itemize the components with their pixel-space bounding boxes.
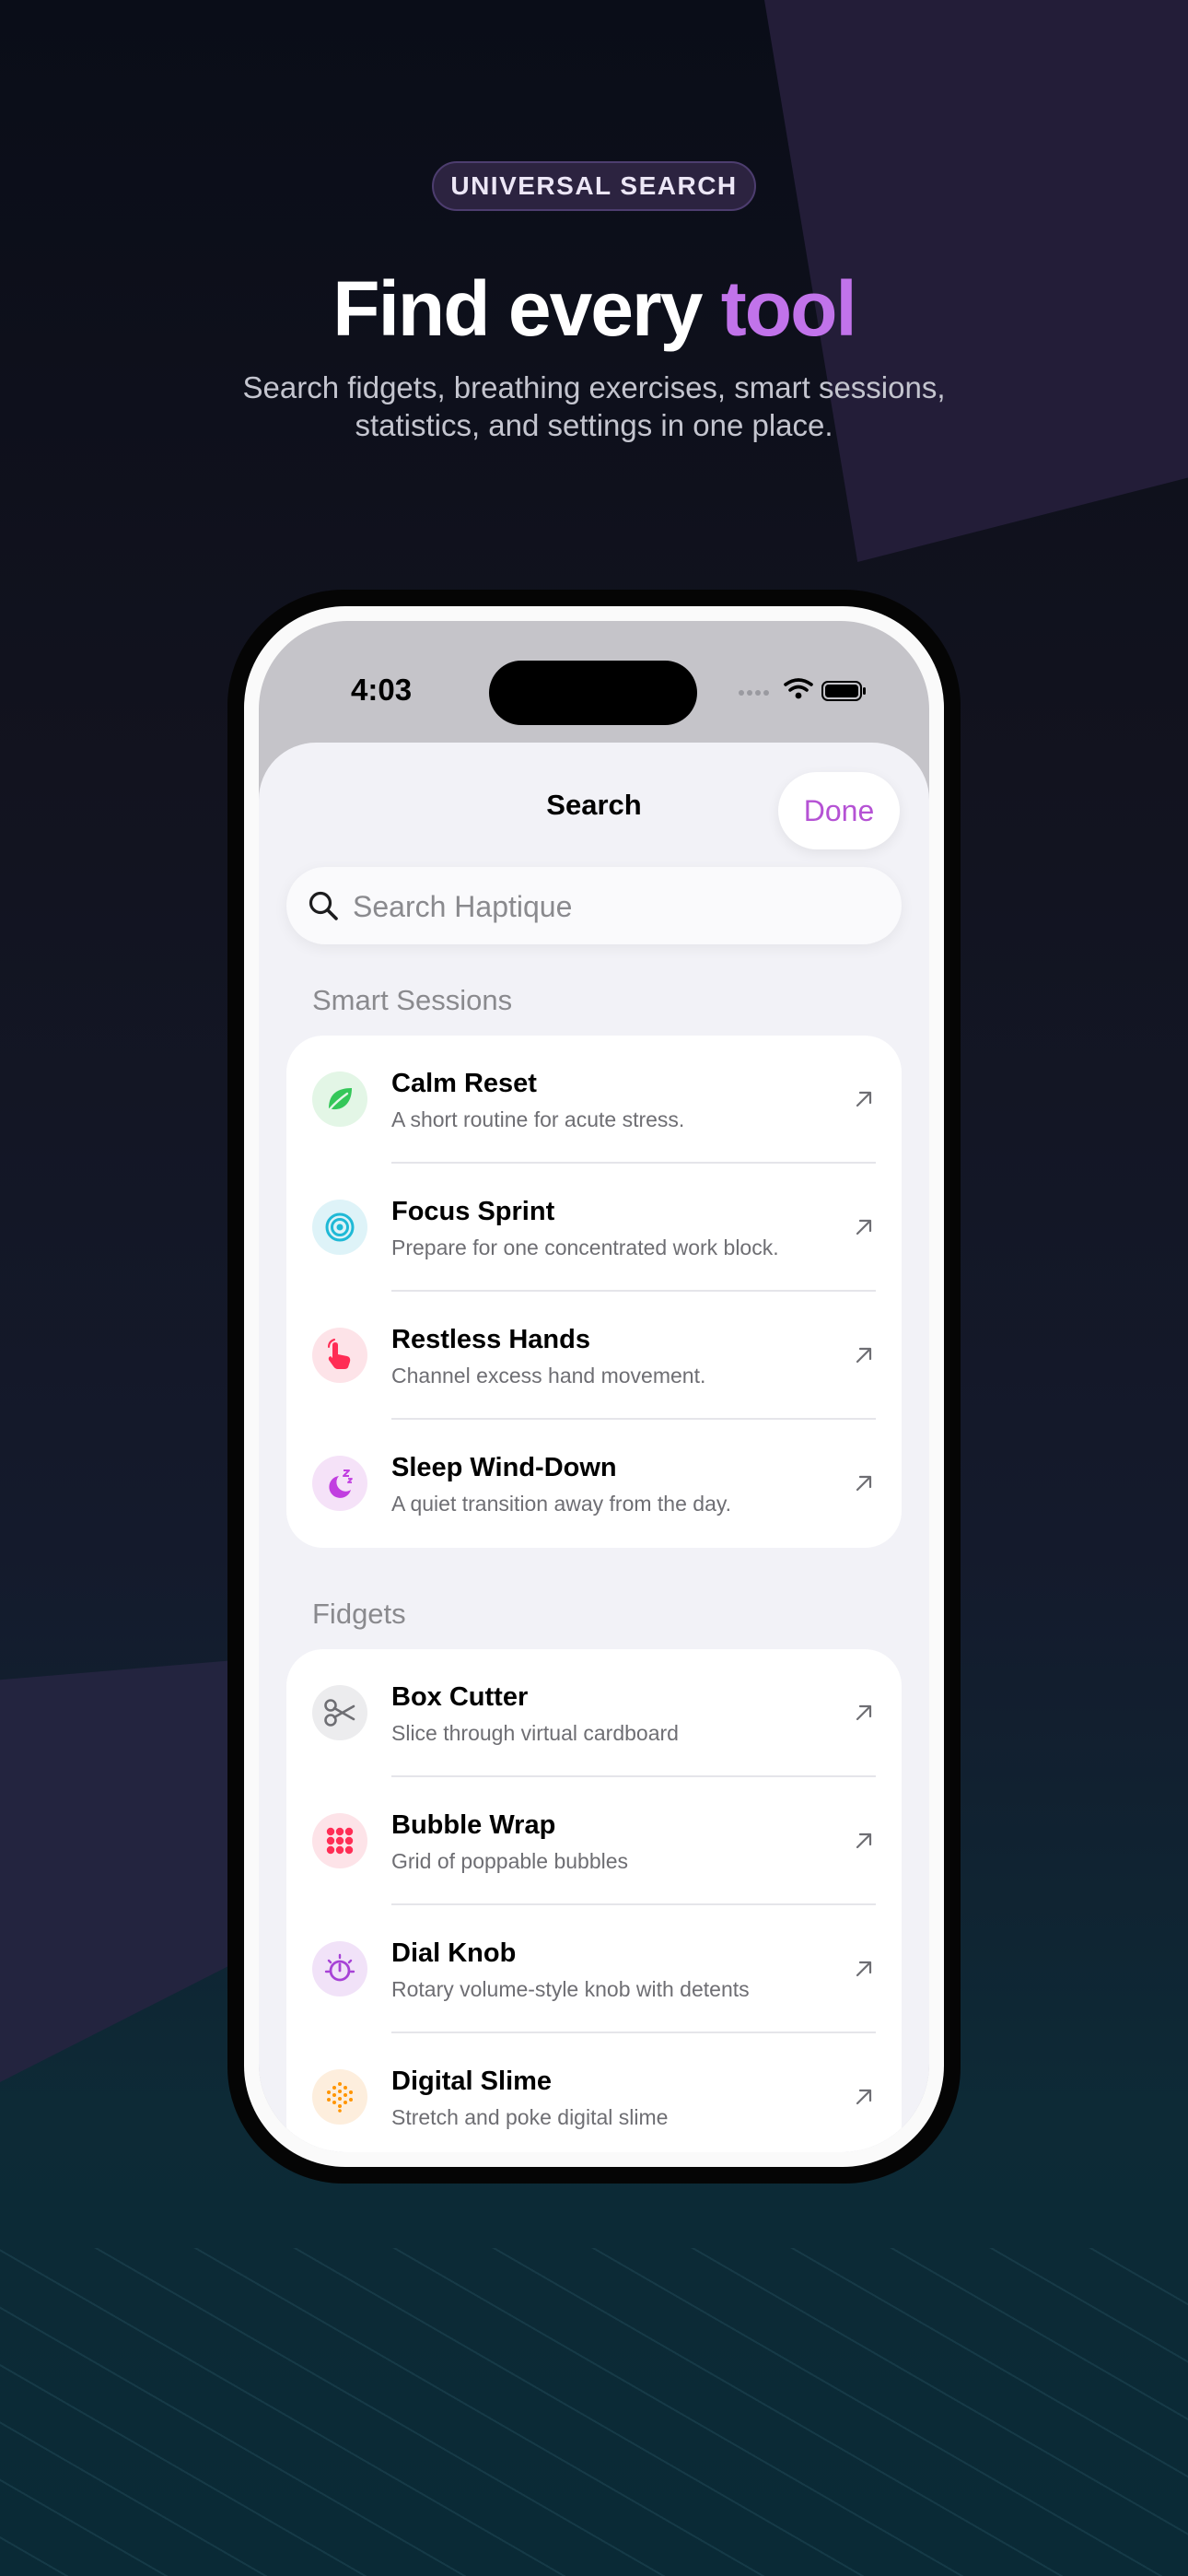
list-item-focus-sprint[interactable]: Focus Sprint Prepare for one concentrate… — [286, 1164, 902, 1292]
section-header-fidgets: Fidgets — [312, 1598, 406, 1630]
section-header-smart-sessions: Smart Sessions — [312, 984, 513, 1016]
list-item-calm-reset[interactable]: Calm Reset A short routine for acute str… — [286, 1036, 902, 1164]
list-item-digital-slime[interactable]: Digital Slime Stretch and poke digital s… — [286, 2033, 902, 2152]
list-item-bubble-wrap[interactable]: Bubble Wrap Grid of poppable bubbles — [286, 1777, 902, 1905]
dynamic-island — [489, 661, 697, 725]
search-sheet: Search Done Smart Sessions — [259, 743, 929, 2152]
fidgets-card: Box Cutter Slice through virtual cardboa… — [286, 1649, 902, 2152]
status-time: 4:03 — [351, 673, 413, 707]
search-input[interactable] — [351, 867, 889, 946]
phone-screen: 4:03 Search Done Search Haptique Smart S… — [259, 621, 929, 2152]
row-subtitle: Rotary volume-style knob with detents — [391, 1977, 750, 2001]
background-lines — [0, 2248, 1188, 2576]
arrow-up-right-icon — [856, 1704, 872, 1721]
dots-blob-icon — [312, 2069, 367, 2125]
list-item-box-cutter[interactable]: Box Cutter Slice through virtual cardboa… — [286, 1649, 902, 1777]
row-title: Bubble Wrap — [391, 1810, 556, 1840]
row-subtitle: Slice through virtual cardboard — [391, 1721, 679, 1745]
row-title: Sleep Wind-Down — [391, 1453, 617, 1482]
scissors-icon — [312, 1685, 367, 1740]
phone-frame: 4:03 Search Done Search Haptique Smart S… — [227, 590, 961, 2184]
row-subtitle: Stretch and poke digital slime — [391, 2105, 669, 2129]
hero-subtitle: Search fidgets, breathing exercises, sma… — [242, 370, 946, 442]
arrow-up-right-icon — [856, 1832, 872, 1849]
row-title: Calm Reset — [391, 1069, 537, 1098]
battery-icon — [821, 681, 866, 701]
list-item-dial-knob[interactable]: Dial Knob Rotary volume-style knob with … — [286, 1905, 902, 2033]
arrow-up-right-icon — [856, 1219, 872, 1235]
row-title: Box Cutter — [391, 1682, 529, 1712]
hand-tap-icon — [312, 1328, 367, 1383]
row-title: Digital Slime — [391, 2067, 553, 2096]
done-button[interactable]: Done — [778, 772, 900, 849]
search-icon — [309, 891, 338, 920]
dial-icon — [312, 1941, 367, 1996]
row-subtitle: Prepare for one concentrated work block. — [391, 1235, 779, 1259]
row-title: Restless Hands — [391, 1325, 590, 1354]
wifi-dot — [795, 692, 802, 699]
row-subtitle: Grid of poppable bubbles — [391, 1849, 629, 1873]
headline-main: Find every — [332, 265, 721, 352]
row-subtitle: A short routine for acute stress. — [391, 1107, 685, 1131]
wifi-icon — [784, 678, 813, 692]
headline-accent: tool — [720, 265, 857, 352]
signal-icon — [739, 690, 769, 696]
bubble-grid-icon — [312, 1813, 367, 1868]
row-title: Focus Sprint — [391, 1197, 555, 1226]
row-title: Dial Knob — [391, 1938, 517, 1968]
moon-zzz-icon — [312, 1456, 367, 1511]
leaf-icon — [312, 1071, 367, 1127]
row-subtitle: Channel excess hand movement. — [391, 1364, 706, 1388]
target-icon — [312, 1200, 367, 1255]
smart-sessions-card: Calm Reset A short routine for acute str… — [286, 1036, 902, 1548]
hero-badge: UNIVERSAL SEARCH — [432, 161, 756, 211]
list-item-restless-hands[interactable]: Restless Hands Channel excess hand movem… — [286, 1292, 902, 1420]
arrow-up-right-icon — [856, 1091, 872, 1107]
hero-headline: Find every tool — [0, 258, 1188, 359]
list-item-sleep-wind-down[interactable]: Sleep Wind-Down A quiet transition away … — [286, 1420, 902, 1548]
row-subtitle: A quiet transition away from the day. — [391, 1492, 732, 1516]
arrow-up-right-icon — [856, 1961, 872, 1977]
arrow-up-right-icon — [856, 2089, 872, 2105]
phone-bezel: 4:03 Search Done Search Haptique Smart S… — [244, 606, 944, 2167]
search-bar[interactable] — [286, 867, 902, 946]
arrow-up-right-icon — [856, 1347, 872, 1364]
arrow-up-right-icon — [856, 1475, 872, 1492]
status-icons — [739, 678, 866, 701]
